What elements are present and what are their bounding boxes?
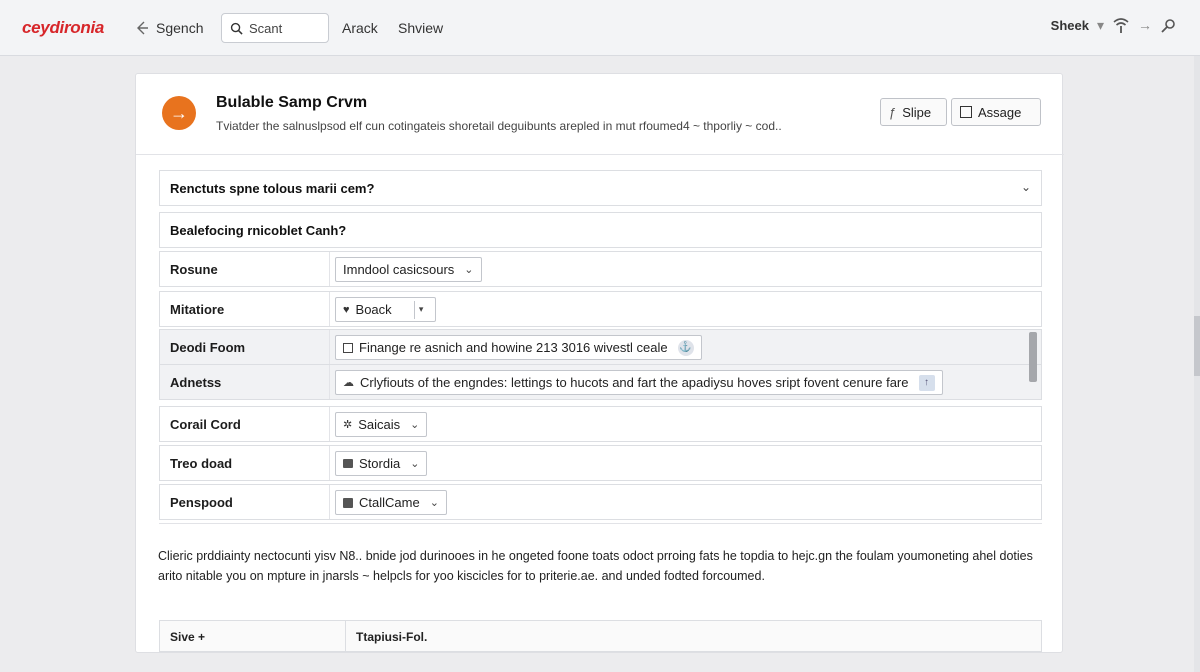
field-row-adnetss: Adnetss ☁ Crlyfiouts of the engndes: let… xyxy=(159,364,1042,400)
anchor-icon[interactable]: ⚓ xyxy=(677,339,694,356)
select-value: Boack xyxy=(355,302,392,317)
select-value: Stordia xyxy=(359,456,401,471)
chevron-down-icon: ⌄ xyxy=(410,458,420,470)
form-scrollbar-thumb[interactable] xyxy=(1029,332,1037,382)
arrow-right-icon[interactable]: → xyxy=(1138,17,1152,33)
back-arrow-icon xyxy=(137,21,148,35)
rosune-select[interactable]: Imndool casicsours ⌄ xyxy=(335,257,482,282)
field-row-mitatiore: Mitatiore ♥ Boack ▾ xyxy=(159,291,1042,327)
brand-logo[interactable]: ceydironia xyxy=(22,18,104,38)
input-value: Finange re asnich and howine 213 3016 wi… xyxy=(359,340,668,355)
column-separator xyxy=(329,485,330,519)
flag-icon: ƒ xyxy=(889,104,897,120)
page-scrollbar-thumb[interactable] xyxy=(1194,316,1200,376)
chevron-down-icon: ⌄ xyxy=(464,264,474,276)
question-text: Renctuts spne tolous marii cem? xyxy=(170,181,375,196)
description-paragraph: Clieric prddiainty nectocunti yisv N8.. … xyxy=(158,549,1033,583)
column-separator xyxy=(329,365,330,399)
input-value: Crlyfiouts of the engndes: lettings to h… xyxy=(360,375,909,390)
field-label: Rosune xyxy=(170,262,218,277)
field-label: Penspood xyxy=(170,495,233,510)
footer-cell-2: Ttapiusi-Fol. xyxy=(356,630,428,644)
question-2: Bealefocing rnicoblet Canh? xyxy=(159,212,1042,248)
search-placeholder: Scant xyxy=(249,20,283,36)
chevron-down-icon[interactable]: ▾ xyxy=(1097,17,1104,34)
field-label: Corail Cord xyxy=(170,417,241,432)
select-value: CtallCame xyxy=(359,495,420,510)
nav-item-label: Arack xyxy=(342,20,378,36)
assage-button[interactable]: Assage xyxy=(951,98,1041,126)
divider xyxy=(136,154,1064,155)
card-title: Bulable Samp Crvm xyxy=(216,94,368,111)
page-scrollbar[interactable] xyxy=(1194,56,1200,672)
field-row-rosune: Rosune Imndool casicsours ⌄ xyxy=(159,251,1042,287)
column-separator xyxy=(345,621,346,651)
chevron-down-icon: ⌄ xyxy=(429,497,439,509)
document-icon xyxy=(343,342,353,353)
nav-item-shview[interactable]: Shview xyxy=(398,20,443,36)
chevron-down-icon: ⌄ xyxy=(410,419,420,431)
dropdown-arrow-icon: ▾ xyxy=(413,300,428,319)
calendar-icon xyxy=(343,497,353,508)
top-bar: ceydironia Sgench Scant Arack Shview She… xyxy=(0,0,1200,56)
search-input[interactable]: Scant xyxy=(221,13,329,43)
broadcast-icon[interactable] xyxy=(1160,16,1178,34)
column-separator xyxy=(329,446,330,480)
user-area: Sheek ▾ → xyxy=(1051,16,1178,34)
cloud-icon: ☁ xyxy=(343,377,354,389)
column-separator xyxy=(329,407,330,441)
penspood-select[interactable]: CtallCame ⌄ xyxy=(335,490,447,515)
field-row-treo-doad: Treo doad Stordia ⌄ xyxy=(159,445,1042,481)
chevron-down-icon[interactable]: ⌄ xyxy=(1021,180,1031,194)
assage-button-label: Assage xyxy=(978,104,1022,120)
field-row-penspood: Penspood CtallCame ⌄ xyxy=(159,484,1042,520)
nav-item-arack[interactable]: Arack xyxy=(342,20,378,36)
search-icon xyxy=(230,22,243,35)
user-menu[interactable]: Sheek xyxy=(1051,18,1089,33)
mitatiore-select[interactable]: ♥ Boack ▾ xyxy=(335,297,436,322)
nav-search-link[interactable]: Sgench xyxy=(134,20,203,36)
field-label: Deodi Foom xyxy=(170,340,246,355)
form-card: → Bulable Samp Crvm Tviatder the salnusl… xyxy=(135,73,1064,653)
field-label: Treo doad xyxy=(170,456,233,471)
arrow-avatar-icon: → xyxy=(162,96,196,130)
nav-search-label: Sgench xyxy=(156,20,204,36)
accordion-question-1[interactable]: Renctuts spne tolous marii cem? ⌄ xyxy=(159,170,1042,206)
column-separator xyxy=(329,292,330,326)
field-row-deodi-foom: Deodi Foom Finange re asnich and howine … xyxy=(159,329,1042,365)
column-separator xyxy=(329,252,330,286)
field-row-corail-cord: Corail Cord ✲ Saicais ⌄ xyxy=(159,406,1042,442)
folder-icon xyxy=(343,459,353,468)
field-label: Mitatiore xyxy=(170,302,225,317)
slipe-button-label: Slipe xyxy=(902,104,932,120)
question-text: Bealefocing rnicoblet Canh? xyxy=(170,223,347,238)
divider xyxy=(159,523,1042,524)
checkbox-icon xyxy=(960,106,972,118)
adnetss-input[interactable]: ☁ Crlyfiouts of the engndes: lettings to… xyxy=(335,370,943,395)
field-label: Adnetss xyxy=(170,375,222,390)
nav-item-label: Shview xyxy=(398,20,444,36)
slipe-button[interactable]: ƒ Slipe xyxy=(880,98,947,126)
corail-cord-select[interactable]: ✲ Saicais ⌄ xyxy=(335,412,428,437)
sparkle-icon: ✲ xyxy=(343,419,353,431)
pin-icon[interactable]: ↑ xyxy=(918,374,935,391)
column-separator xyxy=(329,330,330,364)
select-value: Imndool casicsours xyxy=(343,262,455,277)
heart-icon: ♥ xyxy=(343,303,350,316)
footer-cell-1[interactable]: Sive + xyxy=(170,630,205,644)
footer-row: Sive + Ttapiusi-Fol. xyxy=(159,620,1042,652)
wifi-icon[interactable] xyxy=(1112,16,1130,34)
treo-doad-select[interactable]: Stordia ⌄ xyxy=(335,451,428,476)
select-value: Saicais xyxy=(358,417,401,432)
deodi-foom-input[interactable]: Finange re asnich and howine 213 3016 wi… xyxy=(335,335,702,360)
card-subtitle: Tviatder the salnuslpsod elf cun cotinga… xyxy=(216,119,782,133)
